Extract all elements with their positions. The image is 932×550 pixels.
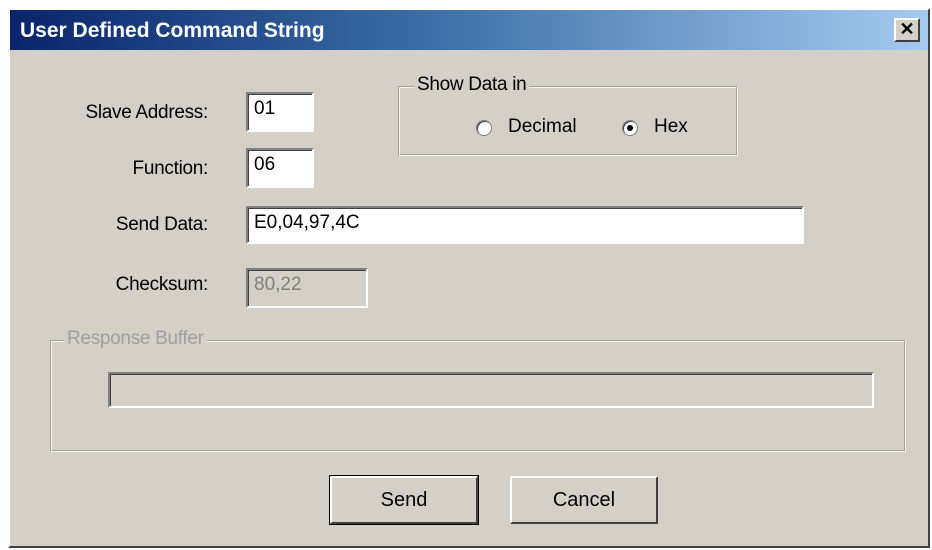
- send-data-label: Send Data:: [115, 214, 208, 235]
- slave-address-field[interactable]: 01: [246, 92, 314, 132]
- cancel-button-label: Cancel: [552, 489, 616, 511]
- slave-address-label: Slave Address:: [85, 102, 208, 123]
- dialog-title: User Defined Command String: [20, 19, 325, 42]
- checksum-field: 80,22: [246, 268, 368, 308]
- send-button-label: Send: [380, 489, 428, 511]
- close-icon: ✕: [899, 19, 915, 39]
- send-button[interactable]: Send: [329, 475, 479, 525]
- response-buffer-field: [108, 372, 874, 408]
- decimal-radio[interactable]: [476, 120, 492, 136]
- show-data-in-legend: Show Data in: [414, 74, 530, 96]
- hex-radio-label[interactable]: Hex: [654, 116, 688, 138]
- hex-radio[interactable]: [622, 120, 638, 136]
- decimal-radio-label[interactable]: Decimal: [508, 116, 577, 138]
- function-label: Function:: [132, 158, 209, 179]
- send-data-field[interactable]: E0,04,97,4C: [246, 206, 804, 244]
- title-bar[interactable]: User Defined Command String ✕: [10, 10, 928, 50]
- radio-selected-dot: [627, 125, 633, 131]
- function-field[interactable]: 06: [246, 148, 314, 188]
- close-button[interactable]: ✕: [894, 18, 920, 42]
- response-buffer-legend: Response Buffer: [64, 328, 207, 350]
- checksum-label: Checksum:: [115, 274, 209, 295]
- user-defined-command-dialog: User Defined Command String ✕ Slave Addr…: [8, 8, 930, 548]
- cancel-button[interactable]: Cancel: [510, 476, 658, 524]
